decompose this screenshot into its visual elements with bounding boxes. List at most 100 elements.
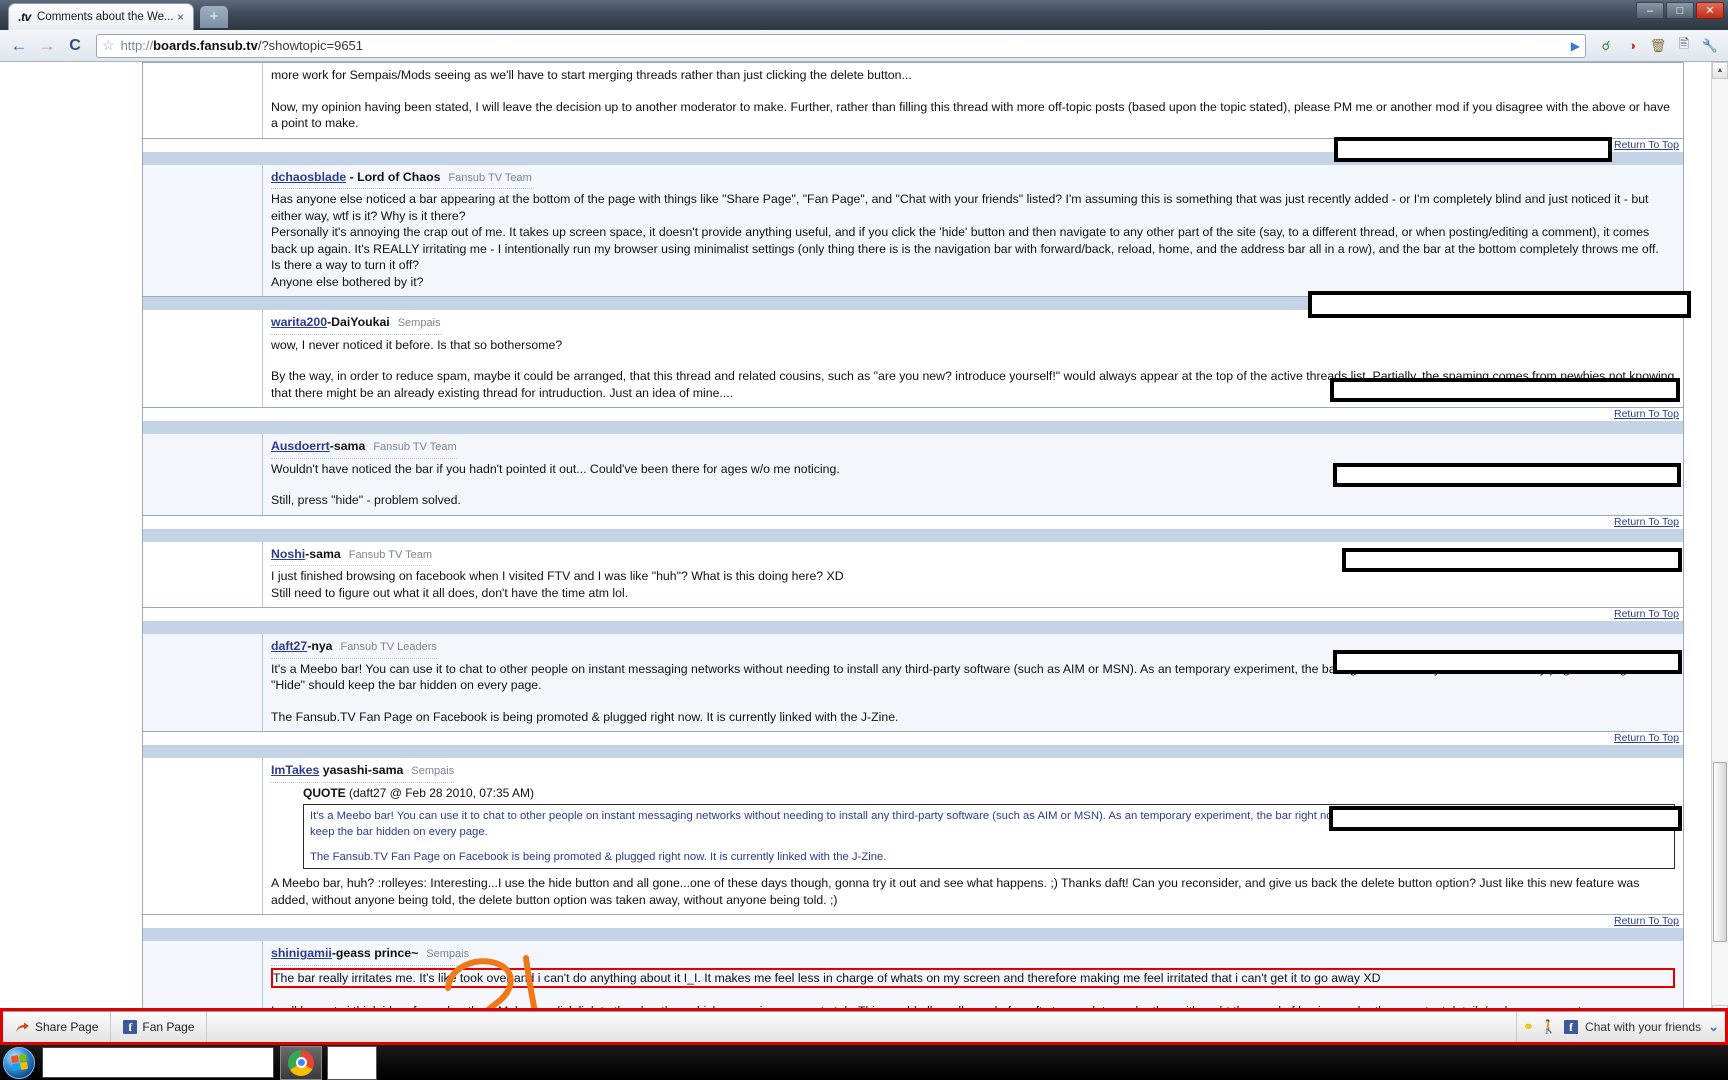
user-group: Fansub TV Team <box>348 548 433 561</box>
post-paragraph: The Fansub.TV Fan Page on Facebook is be… <box>271 709 899 724</box>
post-body: more work for Sempais/Mods seeing as we'… <box>263 63 1683 138</box>
share-page-button[interactable]: Share Page <box>3 1012 112 1042</box>
trash-icon[interactable]: 🗑 <box>1646 34 1670 58</box>
fan-page-label: Fan Page <box>142 1020 195 1034</box>
scroll-up-icon[interactable]: ▲ <box>1712 62 1728 79</box>
tab-close-icon[interactable]: × <box>174 11 187 24</box>
user-group: Fansub TV Team <box>373 441 457 453</box>
maximize-button[interactable]: □ <box>1666 2 1694 19</box>
chrome-logo-icon <box>288 1049 314 1076</box>
post-paragraph: Anyone else bothered by it? <box>271 274 424 289</box>
user-group: Sempais <box>426 948 470 960</box>
user-title: -sama <box>305 546 341 561</box>
share-icon <box>15 1021 30 1034</box>
url-scheme: http:// <box>120 38 154 53</box>
page-scrollbar[interactable]: ▲ ▼ <box>1711 62 1728 1022</box>
post-author-column <box>143 634 263 731</box>
post-paragraph: more work for Sempais/Mods seeing as we'… <box>271 68 912 82</box>
post-paragraph: Has anyone else noticed a bar appearing … <box>271 192 1649 223</box>
meebo-chat-area[interactable]: ⚭ 🚶 f Chat with your friends ⌄ <box>1515 1012 1725 1042</box>
address-bar[interactable]: ☆ http:// boards.fansub.tv /?showtopic=9… <box>96 33 1586 58</box>
meebo-key-icon[interactable]: ⚭ <box>1523 1019 1534 1035</box>
chrome-taskbar-icon[interactable] <box>280 1045 322 1080</box>
post-author-column <box>143 164 263 296</box>
post-separator <box>142 421 1684 434</box>
post-userline: dchaosblade - Lord of Chaos Fansub TV Tea… <box>271 169 532 189</box>
taskbar-window-blank-2[interactable] <box>327 1045 377 1080</box>
user-title: - Lord of Chaos <box>346 169 441 184</box>
return-to-top-link[interactable]: Return To Top <box>142 515 1684 529</box>
username-link[interactable]: warita200 <box>271 315 327 329</box>
redaction-box <box>1329 806 1682 831</box>
windows-flag-icon <box>10 1054 28 1071</box>
return-to-top-link[interactable]: Return To Top <box>142 608 1684 621</box>
return-to-top-link[interactable]: Return To Top <box>142 408 1684 421</box>
window-controls: – □ ✕ <box>1636 2 1724 19</box>
share-page-label: Share Page <box>35 1020 99 1034</box>
post-row: ImTakes yasashi-sama Sempais QUOTE (daft2… <box>142 758 1684 915</box>
speedometer-icon[interactable]: ◑ <box>1620 34 1644 58</box>
username-link[interactable]: dchaosblade <box>271 170 346 184</box>
post-userline: warita200-DaiYoukai Sempais <box>271 314 441 335</box>
username-link[interactable]: ImTakes <box>271 763 319 777</box>
quote-label: QUOTE <box>303 785 346 800</box>
fan-page-button[interactable]: f Fan Page <box>111 1012 208 1042</box>
go-arrow-icon[interactable]: ▶ <box>1571 39 1580 53</box>
user-title: -geass prince~ <box>331 946 419 960</box>
tab-title: Comments about the We... <box>37 11 174 23</box>
return-to-top-link[interactable]: Return To Top <box>142 915 1684 928</box>
post-separator <box>142 621 1684 634</box>
reload-icon[interactable]: C <box>62 34 88 58</box>
redaction-box <box>1342 548 1682 572</box>
redaction-box <box>1333 650 1682 674</box>
page-icon[interactable]: 🖹 <box>1672 34 1696 58</box>
quote-header: QUOTE (daft27 @ Feb 28 2010, 07:35 AM) <box>303 785 1675 802</box>
wrench-icon[interactable]: 🔧 <box>1698 34 1722 58</box>
bookmark-star-icon[interactable]: ☆ <box>102 37 115 54</box>
facebook-icon: f <box>123 1020 138 1034</box>
minimize-button[interactable]: – <box>1636 2 1664 19</box>
forum-page: more work for Sempais/Mods seeing as we'… <box>0 62 1711 1022</box>
post-body: daft27-nya Fansub TV Leaders It's a Meebo… <box>263 634 1683 731</box>
browser-tab[interactable]: .tv Comments about the We... × <box>8 3 194 30</box>
return-to-top-link[interactable]: Return To Top <box>142 732 1684 745</box>
username-link[interactable]: shinigamii <box>271 946 332 960</box>
scrollbar-thumb[interactable] <box>1713 762 1727 942</box>
facebook-icon[interactable]: f <box>1564 1020 1579 1034</box>
post-body: dchaosblade - Lord of Chaos Fansub TV Tea… <box>263 165 1683 297</box>
user-title: -sama <box>329 439 366 453</box>
user-title: -DaiYoukai <box>327 315 390 329</box>
post-paragraph: Personally it's annoying the crap out of… <box>271 225 1659 256</box>
magnifier-icon[interactable]: ☌ <box>1594 34 1618 58</box>
redaction-box <box>1333 463 1681 487</box>
new-tab-button[interactable]: + <box>200 6 228 28</box>
back-icon[interactable]: ← <box>6 34 32 58</box>
redaction-box <box>1334 137 1612 162</box>
username-link[interactable]: Ausdoerrt <box>271 439 330 453</box>
post-row: dchaosblade - Lord of Chaos Fansub TV Tea… <box>142 164 1684 297</box>
quote-line: The Fansub.TV Fan Page on Facebook is be… <box>310 851 887 863</box>
windows-taskbar <box>0 1045 1728 1080</box>
user-group: Fansub TV Leaders <box>340 641 437 653</box>
user-title: -nya <box>307 639 333 653</box>
post-paragraph: wow, I never noticed it before. Is that … <box>271 337 563 352</box>
username-link[interactable]: daft27 <box>271 639 307 653</box>
close-window-button[interactable]: ✕ <box>1696 2 1724 19</box>
forward-icon[interactable]: → <box>34 34 60 58</box>
aim-running-man-icon[interactable]: 🚶 <box>1541 1019 1557 1035</box>
post-paragraph: Still, press "hide" - problem solved. <box>271 493 461 507</box>
post-row: more work for Sempais/Mods seeing as we'… <box>142 62 1684 139</box>
taskbar-window-blank[interactable] <box>42 1047 274 1078</box>
tab-favicon: .tv <box>18 10 31 24</box>
redaction-box <box>1308 291 1691 318</box>
chevron-down-icon[interactable]: ⌄ <box>1708 1019 1719 1035</box>
chat-label: Chat with your friends <box>1585 1020 1702 1034</box>
tab-strip: .tv Comments about the We... × + – □ ✕ <box>0 0 1728 30</box>
username-link[interactable]: Noshi <box>271 547 305 561</box>
post-body: ImTakes yasashi-sama Sempais QUOTE (daft2… <box>263 758 1683 914</box>
url-path: /?showtopic=9651 <box>257 38 364 53</box>
start-orb-icon[interactable] <box>3 1046 35 1079</box>
browser-toolbar: ← → C ☆ http:// boards.fansub.tv /?showt… <box>0 30 1728 62</box>
user-group: Fansub TV Team <box>448 171 532 184</box>
post-userline: Noshi-sama Fansub TV Team <box>271 546 433 566</box>
